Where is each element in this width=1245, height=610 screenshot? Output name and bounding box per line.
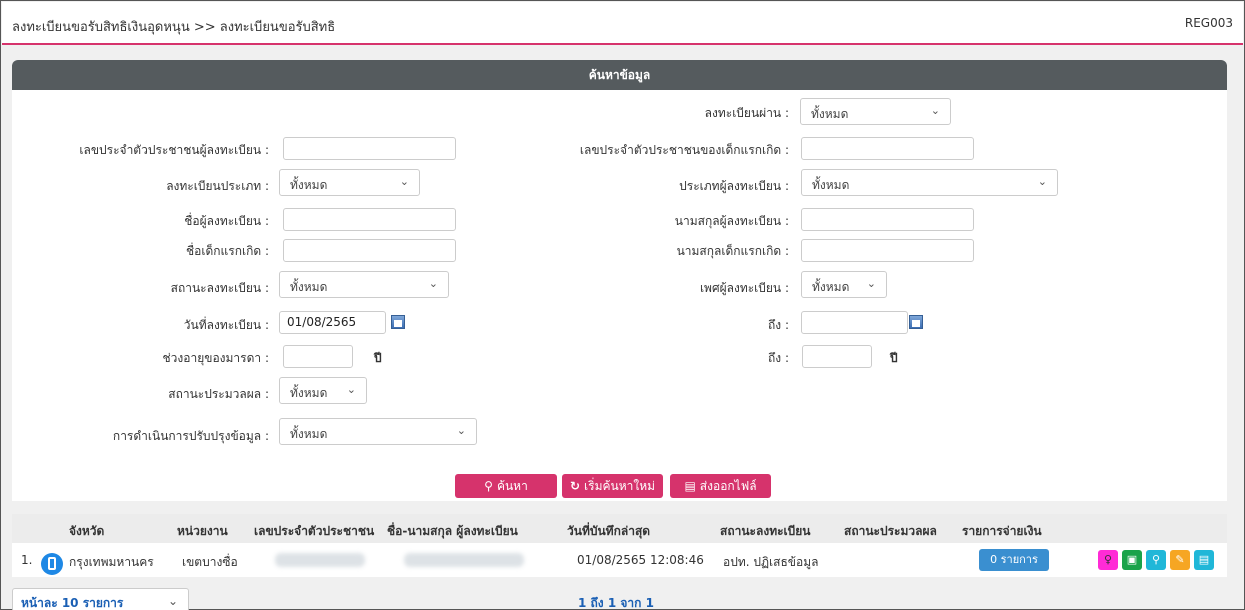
calendar-icon[interactable] [909,315,923,329]
top-bar: ลงทะเบียนขอรับสิทธิเงินอุดหนุน >> ลงทะเบ… [2,2,1243,45]
reg-date-to-label: ถึง : [768,318,789,332]
update-action-select[interactable]: ทั้งหมด ⌄ [279,418,477,445]
chevron-down-icon: ⌄ [1037,175,1047,188]
page-code: REG003 [1184,16,1233,30]
mobile-icon [41,553,63,575]
breadcrumb: ลงทะเบียนขอรับสิทธิเงินอุดหนุน >> ลงทะเบ… [12,20,336,35]
reg-date-to-input[interactable] [801,311,908,334]
calendar-icon[interactable] [391,315,405,329]
reg-date-from-input[interactable]: 01/08/2565 [279,311,386,334]
search-panel-title: ค้นหาข้อมูล [12,60,1227,90]
col-province: จังหวัด [69,524,105,538]
child-name-input[interactable] [283,239,456,262]
reg-date-label: วันที่ลงทะเบียน : [183,318,269,332]
redacted-citizen-id [275,553,365,567]
registrant-name-input[interactable] [283,208,456,231]
per-page-select[interactable]: หน้าละ 10 รายการ ⌄ [12,588,189,610]
year-unit-label: ปี [374,351,382,365]
child-id-label: เลขประจำตัวประชาชนของเด็กแรกเกิด : [579,143,789,157]
app-window: ลงทะเบียนขอรับสิทธิเงินอุดหนุน >> ลงทะเบ… [0,0,1245,610]
col-citizen-id: เลขประจำตัวประชาชน [254,524,375,538]
row-province: กรุงเทพมหานคร [69,555,154,569]
via-select-value: ทั้งหมด [811,107,849,121]
reg-type-label: ลงทะเบียนประเภท : [166,179,269,193]
reset-button[interactable]: ↻ เริ่มค้นหาใหม่ [562,474,663,498]
col-payments: รายการจ่ายเงิน [962,524,1042,538]
chevron-down-icon: ⌄ [428,277,438,290]
mother-age-to-input[interactable] [802,345,872,368]
update-action-select-value: ทั้งหมด [290,427,328,441]
year-unit-label: ปี [890,351,898,365]
export-button-label: ส่งออกไฟล์ [699,479,757,493]
chevron-down-icon: ⌄ [456,424,466,437]
col-registrant-name: ชื่อ-นามสกุล ผู้ลงทะเบียน [387,524,518,538]
col-reg-status: สถานะลงทะเบียน [720,524,811,538]
chevron-down-icon: ⌄ [866,277,876,290]
row-agency: เขตบางซื่อ [182,555,238,569]
child-name-label: ชื่อเด็กแรกเกิด : [186,244,269,258]
reg-status-select[interactable]: ทั้งหมด ⌄ [279,271,449,298]
per-page-value: หน้าละ 10 รายการ [21,596,124,610]
registrant-surname-input[interactable] [801,208,974,231]
payments-button[interactable]: 0 รายการ [979,549,1049,571]
registrant-type-select[interactable]: ทั้งหมด ⌄ [801,169,1058,196]
process-status-label: สถานะประมวลผล : [168,387,269,401]
search-button[interactable]: ⚲ ค้นหา [455,474,557,498]
registrant-id-label: เลขประจำตัวประชาชนผู้ลงทะเบียน : [79,143,269,157]
process-status-select[interactable]: ทั้งหมด ⌄ [279,377,367,404]
col-agency: หน่วยงาน [177,524,228,538]
search-panel: ค้นหาข้อมูล ลงทะเบียนผ่าน : ทั้งหมด ⌄ เล… [12,60,1227,501]
pagination-info: 1 ถึง 1 จาก 1 [578,596,654,610]
gender-label: เพศผู้ลงทะเบียน : [699,281,789,295]
refresh-icon: ↻ [569,479,581,493]
redacted-registrant-name [404,553,524,567]
registrant-type-select-value: ทั้งหมด [812,178,850,192]
edit-icon[interactable]: ✎ [1170,550,1190,570]
reset-button-label: เริ่มค้นหาใหม่ [584,479,656,493]
reg-type-select-value: ทั้งหมด [290,178,328,192]
search-icon: ⚲ [484,479,493,493]
lock-icon[interactable]: ▣ [1122,550,1142,570]
col-process-status: สถานะประมวลผล [844,524,937,538]
reg-status-label: สถานะลงทะเบียน : [170,281,269,295]
registrant-surname-label: นามสกุลผู้ลงทะเบียน : [674,214,789,228]
row-reg-status: อปท. ปฏิเสธข้อมูล [723,555,819,569]
gender-select[interactable]: ทั้งหมด ⌄ [801,271,887,298]
via-label: ลงทะเบียนผ่าน : [704,106,789,120]
file-icon: ▤ [684,479,696,493]
child-surname-label: นามสกุลเด็กแรกเกิด : [676,244,789,258]
chevron-down-icon: ⌄ [346,383,356,396]
row-index: 1. [21,553,33,567]
table-row[interactable]: 1. กรุงเทพมหานคร เขตบางซื่อ 01/08/2565 1… [12,543,1227,577]
reg-type-select[interactable]: ทั้งหมด ⌄ [279,169,420,196]
mother-age-label: ช่วงอายุของมารดา : [162,351,269,365]
lightbulb-icon[interactable]: ♀ [1098,550,1118,570]
row-last-saved: 01/08/2565 12:08:46 [577,553,704,567]
gender-select-value: ทั้งหมด [812,280,850,294]
registrant-id-input[interactable] [283,137,456,160]
update-action-label: การดำเนินการปรับปรุงข้อมูล : [112,429,269,443]
registrant-name-label: ชื่อผู้ลงทะเบียน : [184,214,269,228]
export-button[interactable]: ▤ ส่งออกไฟล์ [670,474,771,498]
col-last-saved: วันที่บันทึกล่าสุด [567,524,651,538]
results-table-header: จังหวัด หน่วยงาน เลขประจำตัวประชาชน ชื่อ… [12,514,1227,543]
search-button-label: ค้นหา [496,479,528,493]
child-surname-input[interactable] [801,239,974,262]
search-icon[interactable]: ⚲ [1146,550,1166,570]
chevron-down-icon: ⌄ [399,175,409,188]
child-id-input[interactable] [801,137,974,160]
via-select[interactable]: ทั้งหมด ⌄ [800,98,951,125]
mother-age-to-label: ถึง : [768,351,789,365]
mother-age-from-input[interactable] [283,345,353,368]
registrant-type-label: ประเภทผู้ลงทะเบียน : [679,179,789,193]
chevron-down-icon: ⌄ [930,104,940,117]
reg-status-select-value: ทั้งหมด [290,280,328,294]
process-status-select-value: ทั้งหมด [290,386,328,400]
document-icon[interactable]: ▤ [1194,550,1214,570]
chevron-down-icon: ⌄ [167,594,178,608]
